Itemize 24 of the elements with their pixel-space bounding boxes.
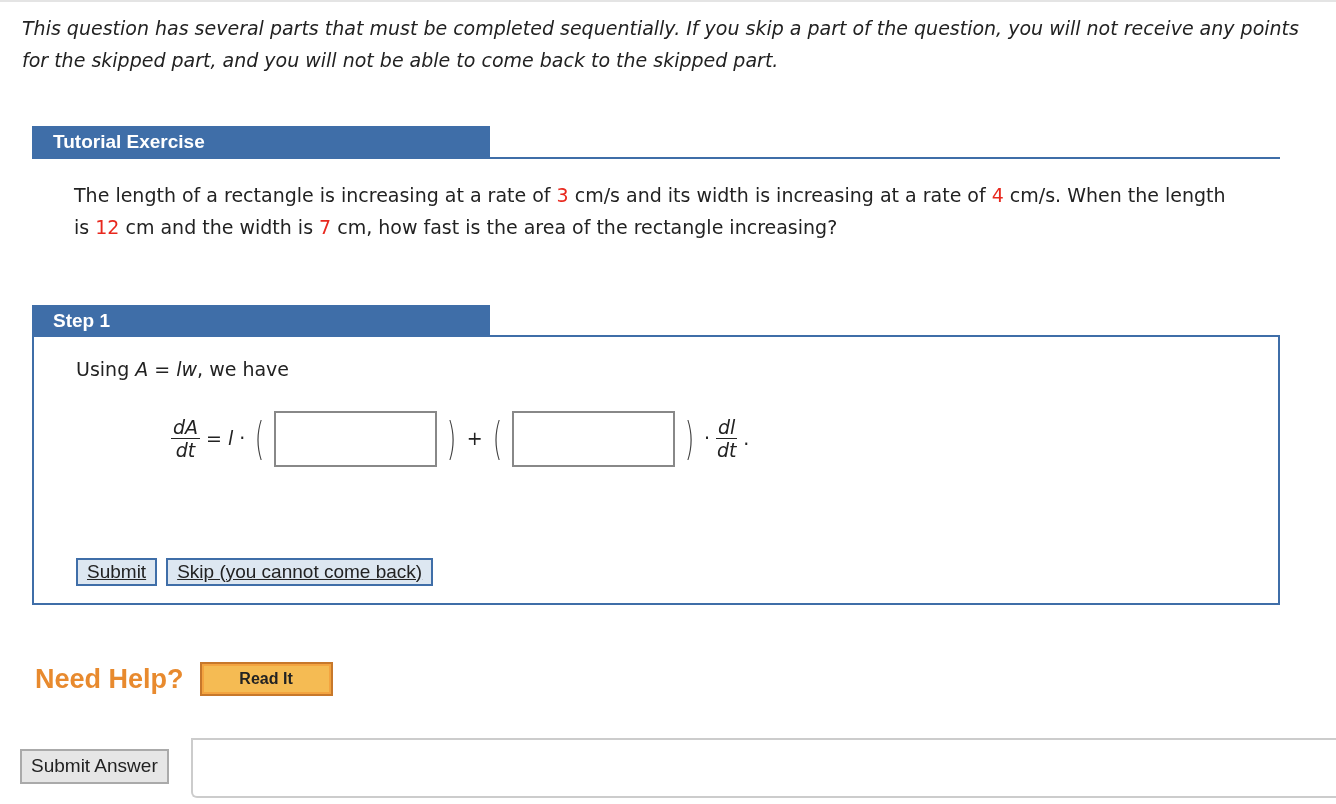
submit-button[interactable]: Submit: [76, 557, 158, 586]
answer-field[interactable]: [274, 410, 438, 467]
fraction: dl dt: [715, 416, 738, 461]
skip-button[interactable]: Skip (you cannot come back): [166, 557, 434, 586]
math-symbol: .: [743, 426, 750, 452]
parenthesis: ): [684, 416, 695, 461]
section-header: Tutorial Exercise: [32, 126, 490, 159]
question-text: The length of a rectangle is increasing at a rate of 3 cm/s and its width is increasing at a rate of 4 cm/s. When the length is 12 cm and the width is 7 cm, how fast is the area of the rectangle increasing?: [73, 182, 1227, 240]
math-variable: l: [228, 426, 234, 452]
instructions-text: This question has several parts that must be completed sequentially. If you skip a part of the question, you will not receive any points for the skipped part, and you will not be able to come back to the skipped part.: [21, 16, 1300, 73]
parenthesis: ): [447, 416, 457, 461]
math-symbol: ·: [239, 426, 246, 452]
read-it-button[interactable]: Read It: [199, 662, 333, 697]
fraction: dA dt: [171, 416, 201, 461]
math-symbol: ·: [703, 426, 710, 452]
help-label: Need Help?: [35, 663, 184, 696]
section-header: Step 1: [32, 304, 490, 337]
math-symbol: +: [466, 426, 483, 452]
math-symbol: =: [206, 426, 222, 452]
answer-field[interactable]: [511, 410, 675, 467]
submit-answer-button[interactable]: Submit Answer: [20, 749, 169, 784]
parenthesis: (: [255, 416, 265, 461]
parenthesis: (: [492, 416, 502, 461]
step-text: Using A = lw, we have: [76, 357, 291, 382]
